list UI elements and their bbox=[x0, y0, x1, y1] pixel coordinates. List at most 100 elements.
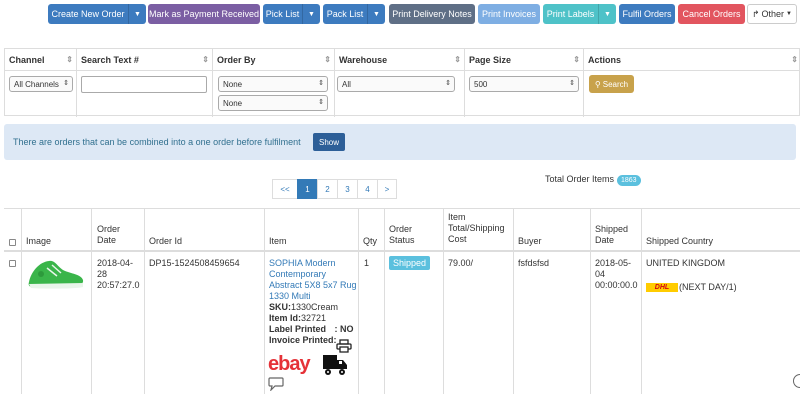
sku-label: SKU: bbox=[269, 302, 291, 312]
page-1[interactable]: 1 bbox=[297, 179, 318, 199]
item-qty: 1 bbox=[364, 258, 370, 268]
item-total: 79.00/ bbox=[448, 258, 474, 268]
page-3[interactable]: 3 bbox=[337, 179, 358, 199]
item-title-link[interactable]: SOPHIA Modern Contemporary Abstract 5X8 … bbox=[269, 258, 361, 302]
filter-orderby-header[interactable]: Order By ⇕ bbox=[213, 49, 334, 71]
channel-select[interactable]: All Channels ⇕ bbox=[9, 76, 73, 92]
search-button[interactable]: ⚲ Search bbox=[589, 75, 634, 93]
column-divider bbox=[443, 208, 444, 394]
select-arrows-icon: ⇕ bbox=[318, 80, 324, 87]
ebay-logo: ebay bbox=[268, 353, 312, 375]
page-prev[interactable]: << bbox=[272, 179, 298, 199]
pagination: << 1 2 3 4 > bbox=[272, 179, 397, 199]
chevron-down-icon[interactable]: ▼ bbox=[302, 4, 320, 24]
filter-pagesize-header[interactable]: Page Size ⇕ bbox=[465, 49, 583, 71]
sort-icon: ⇕ bbox=[454, 55, 461, 64]
print-labels-button[interactable]: Print Labels ▼ bbox=[543, 4, 616, 24]
scroll-up-button[interactable] bbox=[793, 374, 800, 388]
cancel-orders-label: Cancel Orders bbox=[682, 9, 741, 19]
column-header-shipped-date[interactable]: Shipped Date bbox=[595, 224, 635, 390]
printer-icon[interactable] bbox=[336, 339, 352, 353]
other-label: Other bbox=[761, 9, 785, 19]
mark-payment-button[interactable]: Mark as Payment Received bbox=[148, 4, 260, 24]
create-new-order-button[interactable]: Create New Order ▼ bbox=[48, 4, 146, 24]
sort-icon: ⇕ bbox=[66, 55, 73, 64]
chevron-down-icon[interactable]: ▼ bbox=[128, 4, 146, 24]
order-by-select-1[interactable]: None ⇕ bbox=[218, 76, 328, 92]
select-arrows-icon: ⇕ bbox=[445, 80, 451, 87]
fulfil-orders-button[interactable]: Fulfil Orders bbox=[619, 4, 675, 24]
print-delivery-notes-label: Print Delivery Notes bbox=[392, 9, 472, 19]
filter-orderby-label: Order By bbox=[217, 55, 256, 65]
total-order-items-label: Total Order Items bbox=[545, 174, 615, 184]
product-shoe-image[interactable] bbox=[25, 256, 87, 292]
channel-select-value: All Channels bbox=[14, 80, 59, 89]
sort-icon: ⇕ bbox=[202, 55, 209, 64]
filter-pagesize-label: Page Size bbox=[469, 55, 512, 65]
column-divider bbox=[641, 208, 642, 394]
order-id[interactable]: DP15-1524508459654 bbox=[149, 258, 240, 269]
filter-warehouse-header[interactable]: Warehouse ⇕ bbox=[335, 49, 464, 71]
truck-icon bbox=[323, 355, 347, 375]
select-arrows-icon: ⇕ bbox=[63, 80, 69, 87]
filter-warehouse-column: Warehouse ⇕ All ⇕ bbox=[335, 49, 465, 117]
sort-icon: ⇕ bbox=[573, 55, 580, 64]
print-delivery-notes-button[interactable]: Print Delivery Notes bbox=[389, 4, 475, 24]
pack-list-button[interactable]: Pack List ▼ bbox=[323, 4, 385, 24]
page-next[interactable]: > bbox=[377, 179, 397, 199]
filter-warehouse-label: Warehouse bbox=[339, 55, 388, 65]
search-button-label: Search bbox=[602, 79, 629, 89]
select-arrows-icon: ⇕ bbox=[569, 80, 575, 87]
chevron-down-icon[interactable]: ▼ bbox=[367, 4, 385, 24]
sort-icon: ⇕ bbox=[791, 55, 798, 64]
print-invoices-button[interactable]: Print Invoices bbox=[478, 4, 540, 24]
sort-icon: ⇕ bbox=[324, 55, 331, 64]
column-divider bbox=[264, 208, 265, 394]
column-divider bbox=[91, 208, 92, 394]
item-title-line: Contemporary bbox=[269, 269, 327, 279]
comment-icon[interactable] bbox=[268, 377, 284, 391]
row-checkbox[interactable] bbox=[9, 260, 16, 267]
combine-orders-alert: There are orders that can be combined in… bbox=[4, 124, 796, 160]
column-header-order-date[interactable]: Order Date bbox=[97, 224, 139, 390]
filter-channel-label: Channel bbox=[9, 55, 45, 65]
shipped-date-line: 00:00:00.0 bbox=[595, 280, 638, 290]
show-combinable-button[interactable]: Show bbox=[313, 133, 345, 151]
page-4[interactable]: 4 bbox=[357, 179, 378, 199]
item-title-line: SOPHIA Modern bbox=[269, 258, 336, 268]
column-divider bbox=[21, 208, 22, 394]
shipped-date-line: 2018-05- bbox=[595, 258, 632, 268]
share-icon: ↱ bbox=[751, 8, 760, 19]
order-by-value-2: None bbox=[223, 99, 243, 108]
order-by-select-2[interactable]: None ⇕ bbox=[218, 95, 328, 111]
filter-actions-header[interactable]: Actions ⇕ bbox=[584, 49, 800, 71]
dhl-logo: DHL bbox=[646, 283, 678, 292]
pick-list-button[interactable]: Pick List ▼ bbox=[263, 4, 320, 24]
warehouse-select[interactable]: All ⇕ bbox=[337, 76, 455, 92]
column-header-item-total[interactable]: Item Total/Shipping Cost bbox=[448, 212, 514, 390]
select-all-checkbox[interactable] bbox=[9, 239, 16, 246]
print-invoices-label: Print Invoices bbox=[481, 9, 537, 19]
buyer-name[interactable]: fsfdsfsd bbox=[518, 258, 549, 269]
label-printed-label: Label Printed bbox=[269, 324, 327, 334]
column-header-order-status[interactable]: Order Status bbox=[389, 224, 429, 390]
filter-search-column: Search Text # ⇕ bbox=[77, 49, 213, 117]
label-printed-value: : NO bbox=[334, 324, 354, 334]
cancel-orders-button[interactable]: Cancel Orders bbox=[678, 4, 745, 24]
pack-list-label: Pack List bbox=[326, 9, 364, 19]
filter-channel-column: Channel ⇕ All Channels ⇕ bbox=[5, 49, 77, 117]
filter-search-header[interactable]: Search Text # ⇕ bbox=[77, 49, 212, 71]
page-size-select[interactable]: 500 ⇕ bbox=[469, 76, 579, 92]
search-text-input[interactable] bbox=[81, 76, 207, 93]
search-icon: ⚲ bbox=[594, 79, 601, 89]
page-2[interactable]: 2 bbox=[317, 179, 338, 199]
other-button[interactable]: ↱ Other ▼ bbox=[747, 4, 797, 24]
shipped-date: 2018-05- 04 00:00:00.0 bbox=[595, 258, 638, 291]
mark-payment-label: Mark as Payment Received bbox=[148, 9, 260, 19]
print-labels-label: Print Labels bbox=[546, 9, 595, 19]
status-badge: Shipped bbox=[389, 256, 431, 270]
alert-message: There are orders that can be combined in… bbox=[13, 137, 301, 147]
chevron-down-icon[interactable]: ▼ bbox=[598, 4, 616, 24]
dhl-logo-text: DHL bbox=[654, 284, 670, 291]
filter-channel-header[interactable]: Channel ⇕ bbox=[5, 49, 76, 71]
